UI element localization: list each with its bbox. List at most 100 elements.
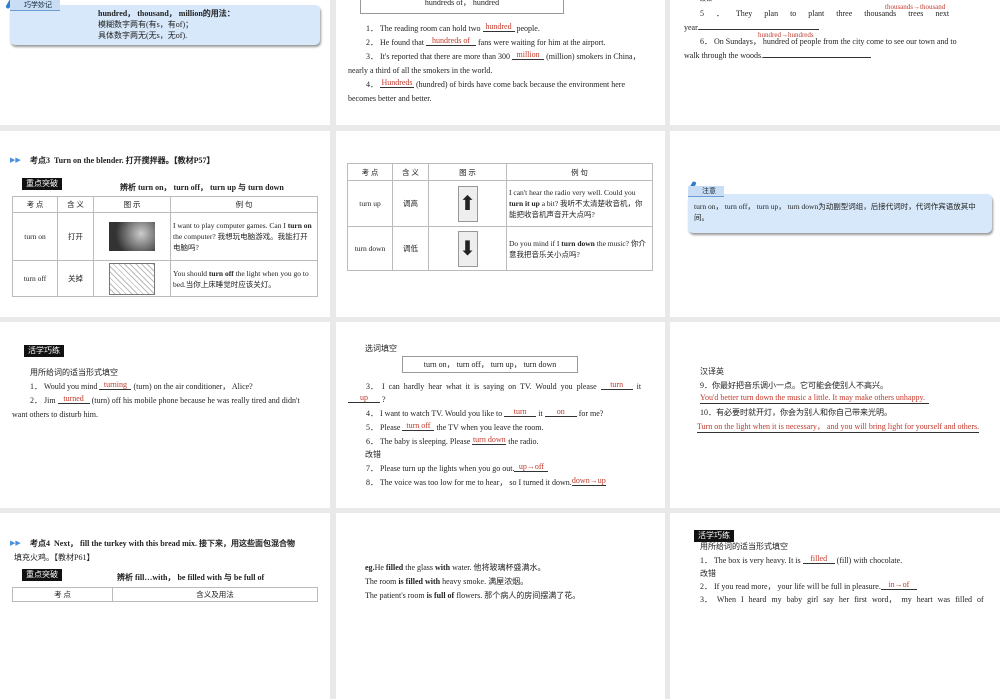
section-title: 改错 <box>700 0 713 3</box>
answer-blank: turning <box>99 381 132 390</box>
text-segment: is filled with <box>398 577 441 586</box>
example-2: The room is filled with heavy smoke. 满屋浓… <box>365 577 528 587</box>
answer-blank: turn down <box>472 435 507 445</box>
text-segment: 关掉 <box>57 260 94 297</box>
answer-blank: on <box>544 408 577 417</box>
point-heading: 考点4 Next， fill the turkey with this brea… <box>30 539 295 549</box>
table-row: turn on 打开 I want to play computer games.… <box>12 212 318 261</box>
text-segment: Do you mind if I <box>509 238 562 248</box>
slide-10[interactable]: ▶▶ 考点4 Next， fill the turkey with this b… <box>0 513 330 699</box>
question-8: 8． The voice was too low for me to hear，… <box>366 477 606 488</box>
slide-7[interactable]: 活学巧练 用所给词的适当形式填空 1． Would you mind turni… <box>0 322 330 508</box>
bullet-arrow-icon: ▶▶ <box>10 156 21 164</box>
section-title: 汉译英 <box>700 367 724 376</box>
windows-screen-image <box>109 222 155 251</box>
phrase-table: 考 点含 义图 示例 句 turn on 打开 I want to play co… <box>12 196 318 297</box>
text-segment: (hundred) of birds have come back becaus… <box>414 80 626 89</box>
text-segment: turn it up <box>509 199 540 208</box>
practice-badge: 活学巧练 <box>24 345 64 357</box>
slide-4[interactable]: ▶▶ 考点3 Turn on the blender. 打开搅拌器。【教材P57… <box>0 131 330 317</box>
question-1: 1． The box is very heavy. It is filled (… <box>700 555 902 566</box>
question-9: 9．你最好把音乐调小一点。它可能会使别人不高兴。 <box>700 381 888 390</box>
text-segment: 考点3 <box>30 156 50 165</box>
text-segment: 考 点 <box>347 163 393 181</box>
text-segment: filled <box>385 563 404 572</box>
text-segment: The room <box>365 577 399 586</box>
table-row: turn off 关掉 You should turn off the light… <box>12 260 318 297</box>
slide-9[interactable]: 汉译英 9．你最好把音乐调小一点。它可能会使别人不高兴。 You'd bette… <box>670 322 1000 508</box>
slide-8[interactable]: 选词填空 turn on， turn off， turn up， turn do… <box>336 322 665 508</box>
example-1: eg.He filled the glass with water. 他将玻璃杯… <box>365 563 545 573</box>
table-row: turn down 调低 ⬇ Do you mind if I turn down… <box>347 226 653 271</box>
text-segment: 8． The voice was too low for me to hear，… <box>366 478 572 487</box>
text-segment: Next， fill the turkey with this bread mi… <box>54 539 295 548</box>
slide-2[interactable]: hundreds of， hundred 1． The reading room… <box>336 0 665 125</box>
slide-5[interactable]: 考 点含 义图 示例 句 turn up 调高 ⬆ I can't hear th… <box>336 131 665 317</box>
table-row: turn up 调高 ⬆ I can't hear the radio very … <box>347 180 653 227</box>
text-segment: 2． He found that <box>366 38 426 47</box>
text-segment: the radio. <box>506 437 539 446</box>
text-segment: for me? <box>576 409 604 418</box>
cartoon-image <box>109 262 155 295</box>
text-segment: turn down <box>347 226 393 271</box>
slide-1[interactable]: 巧学妙记 hundred， thousand， million的用法： 模糊数字… <box>0 0 330 125</box>
text-segment: I want to play computer games. Can I <box>173 221 288 230</box>
answer-10: Turn on the light when it is necessary， … <box>697 422 980 433</box>
text-segment: 1． The reading room can hold two <box>366 24 483 33</box>
text-segment: 3． I can hardly hear what it is saying o… <box>366 382 601 391</box>
text-segment: 含义及用法 <box>112 587 318 602</box>
slide-6[interactable]: 注意 turn on， turn off， turn up， turn down… <box>670 131 1000 317</box>
question-2-cont: want others to disturb him. <box>12 410 98 419</box>
text-segment: 例 句 <box>170 196 318 213</box>
note-label: 注意 <box>688 186 724 197</box>
text-segment: with <box>435 563 451 572</box>
text-segment: it <box>632 382 642 391</box>
slide-12[interactable]: 活学巧练 用所给词的适当形式填空 1． The box is very heav… <box>670 513 1000 699</box>
text-segment: 考点4 <box>30 539 50 548</box>
text-segment: turn on <box>12 212 58 261</box>
volume-down-icon: ⬇ <box>457 230 478 267</box>
question-10: 10．有必要时就开灯，你会为别人和你自己带来光明。 <box>700 408 892 417</box>
section-title: 选词填空 <box>365 344 397 353</box>
tip-label: 巧学妙记 <box>10 0 60 11</box>
slide-11[interactable]: eg.He filled the glass with water. 他将玻璃杯… <box>336 513 665 699</box>
question-6: 6． On Sundays， hundred of people from th… <box>700 37 957 46</box>
text-segment: 打开 <box>57 212 94 261</box>
question-3-cont: nearly a third of all the smokers in the… <box>348 66 493 75</box>
text-segment: You should <box>173 268 209 278</box>
answer-blank: turn <box>600 381 633 390</box>
text-segment: it <box>536 409 545 418</box>
answer-9: You'd better turn down the music a littl… <box>700 393 929 404</box>
answer-blank: up→off <box>514 463 549 472</box>
text-segment: turn down <box>561 238 595 248</box>
question-4: 4． I want to watch TV. Would you like to… <box>366 408 604 419</box>
text-segment: 含 义 <box>392 163 429 181</box>
question-6: 6． The baby is sleeping. Please turn dow… <box>366 435 539 447</box>
slide-3[interactable]: 改错 5 ． They plan to plant three thousand… <box>670 0 1000 125</box>
tip-heading: hundred， thousand， million的用法： <box>98 9 235 18</box>
text-segment: 7． Please turn up the lights when you go… <box>366 464 515 473</box>
question-1: 1． Would you mind turning (turn) on the … <box>30 381 253 392</box>
answer-blank: hundreds of <box>426 37 476 46</box>
instruction: 用所给词的适当形式填空 <box>30 368 118 377</box>
question-3: 3． When I heard my baby girl say her fir… <box>700 595 984 604</box>
answer-blank: turn <box>504 408 537 417</box>
key-point-badge: 重点突破 <box>22 569 62 581</box>
text-segment: year. <box>684 23 700 32</box>
text-segment: 5． Please <box>366 423 403 432</box>
point-heading-cont: 填充火鸡。【教材P61】 <box>14 553 95 562</box>
text-segment: 2． Jim <box>30 396 58 405</box>
answer-blank: hundred <box>482 23 515 32</box>
question-6-cont: walk through the woods. <box>684 51 872 61</box>
text-segment: He <box>374 563 386 572</box>
question-1: 1． The reading room can hold two hundred… <box>366 23 540 34</box>
text-segment: The patient's room <box>365 591 427 600</box>
answer-blank: in→of <box>880 581 917 590</box>
volume-up-icon: ⬆ <box>457 185 478 222</box>
tip-line: 模糊数字两有(有s，有of)； <box>98 20 194 29</box>
text-segment: the TV when you leave the room. <box>434 423 544 432</box>
note-text: turn on， turn off， turn up， turn down为动副… <box>694 202 976 222</box>
practice-badge: 活学巧练 <box>694 530 734 542</box>
question-2: 2． If you read more， your life will be f… <box>700 581 917 592</box>
text-segment: the glass <box>403 563 436 572</box>
